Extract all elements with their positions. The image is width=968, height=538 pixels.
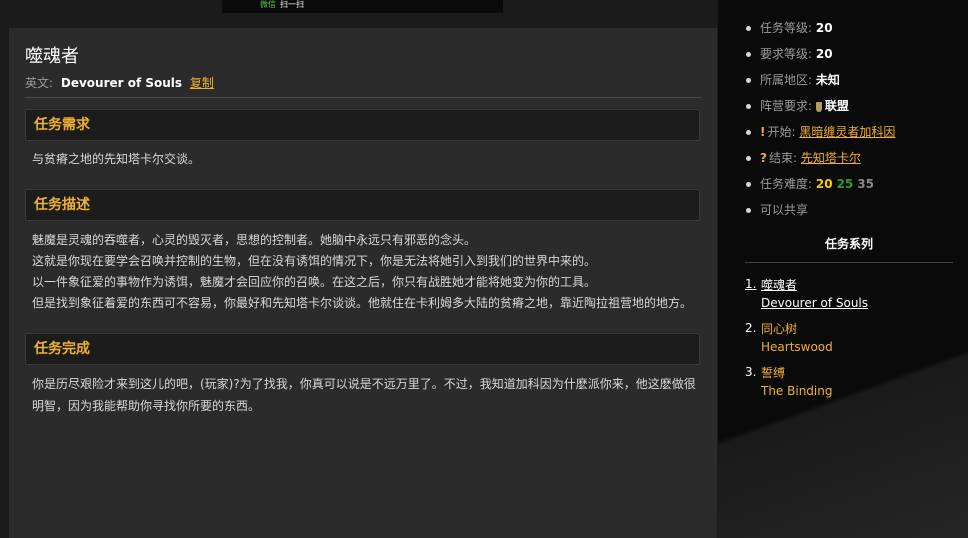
banner-action-label: 扫一扫: [280, 0, 304, 9]
series-number: 3.: [745, 365, 757, 379]
quest-series-title: 任务系列: [824, 237, 873, 251]
description-body: 魅魔是灵魂的吞噬者，心灵的毁灭者，思想的控制者。她脑中永远只有邪恶的念头。 这就…: [32, 230, 702, 314]
banner-app-label: 微信: [260, 0, 276, 9]
series-chinese-name: 同心树: [761, 322, 798, 336]
completion-text: 你是历尽艰险才来到这儿的吧，(玩家)?为了找我，你真可以说是不远万里了。不过，我…: [32, 377, 696, 413]
quest-start-icon: !: [760, 125, 766, 139]
end-npc-link[interactable]: 先知塔卡尔: [801, 151, 861, 165]
end-label: 结束:: [768, 151, 798, 165]
description-line: 但是找到象征着爱的东西可不容易，你最好和先知塔卡尔谈谈。他就住在卡利姆多大陆的贫…: [32, 296, 693, 310]
shield-icon: [815, 101, 822, 112]
series-item-current[interactable]: 1. 噬魂者 Devourer of Souls: [745, 277, 868, 321]
start-label: 开始:: [767, 125, 796, 139]
requirements-line: 与贫瘠之地的先知塔卡尔交谈。: [32, 152, 201, 166]
series-number: 1.: [745, 277, 757, 291]
completion-body: 你是历尽艰险才来到这儿的吧，(玩家)?为了找我，你真可以说是不远万里了。不过，我…: [32, 373, 702, 417]
series-divider: [745, 262, 953, 263]
english-name-row: 英文: Devourer of Souls 复制: [25, 74, 214, 91]
series-item[interactable]: 3. 誓缚 The Binding: [745, 365, 868, 409]
description-line: 魅魔是灵魂的吞噬者，心灵的毁灭者，思想的控制者。她脑中永远只有邪恶的念头。: [32, 233, 477, 247]
requirements-body: 与贫瘠之地的先知塔卡尔交谈。: [32, 149, 702, 170]
zone-row: 所属地区: 未知: [745, 69, 895, 95]
series-english-name: Heartswood: [761, 340, 833, 354]
description-line: 以一件象征爱的事物作为诱饵，魅魔才会回应你的召唤。在这之后，你只有战胜她才能将她…: [32, 275, 597, 289]
required-level-row: 要求等级: 20: [745, 43, 895, 69]
quest-series-list: 1. 噬魂者 Devourer of Souls 2. 同心树 Heartswo…: [745, 277, 868, 409]
completion-heading: 任务完成: [25, 333, 700, 365]
quest-level-label: 任务等级:: [760, 21, 813, 35]
requirements-heading: 任务需求: [25, 109, 700, 141]
required-level-label: 要求等级:: [760, 47, 813, 61]
series-number: 2.: [745, 321, 757, 335]
zone-value: 未知: [815, 73, 840, 87]
quest-info-list: 任务等级: 20 要求等级: 20 所属地区: 未知 阵营要求: 联盟 ! 开始:…: [745, 17, 895, 225]
difficulty-grey: 35: [857, 177, 874, 191]
series-english-name: Devourer of Souls: [761, 296, 869, 310]
series-english-name: The Binding: [761, 384, 833, 398]
shareable-text: 可以共享: [760, 203, 809, 217]
difficulty-row: 任务难度: 20 25 35: [745, 173, 895, 199]
faction-row: 阵营要求: 联盟: [745, 95, 895, 121]
page-title: 噬魂者: [25, 46, 79, 67]
description-line: 这就是你现在要学会召唤并控制的生物，但在没有诱饵的情况下，你是无法将她引入到我们…: [32, 254, 597, 268]
english-label: 英文:: [25, 76, 54, 90]
quest-level-value: 20: [815, 21, 833, 35]
quest-end-icon: ?: [760, 151, 767, 165]
wechat-scan-banner: 微信 扫一扫: [222, 0, 503, 13]
series-chinese-name: 噬魂者: [761, 278, 798, 292]
quest-start-row: ! 开始: 黑暗缠灵者加科因: [745, 121, 895, 147]
description-heading: 任务描述: [25, 189, 700, 221]
faction-value: 联盟: [824, 99, 849, 113]
copy-link[interactable]: 复制: [190, 76, 214, 90]
title-divider: [25, 97, 701, 98]
shareable-row: 可以共享: [745, 199, 895, 225]
english-name: Devourer of Souls: [60, 76, 183, 90]
quest-level-row: 任务等级: 20: [745, 17, 895, 43]
faction-label: 阵营要求:: [760, 99, 813, 113]
quest-main-panel: 噬魂者 英文: Devourer of Souls 复制 任务需求 与贫瘠之地的…: [9, 28, 717, 538]
difficulty-green: 25: [836, 177, 854, 191]
difficulty-yellow: 20: [815, 177, 833, 191]
series-chinese-name: 誓缚: [761, 366, 786, 380]
difficulty-label: 任务难度:: [760, 177, 813, 191]
start-npc-link[interactable]: 黑暗缠灵者加科因: [799, 125, 895, 139]
required-level-value: 20: [815, 47, 833, 61]
quest-end-row: ? 结束: 先知塔卡尔: [745, 147, 895, 173]
series-item[interactable]: 2. 同心树 Heartswood: [745, 321, 868, 365]
zone-label: 所属地区:: [760, 73, 813, 87]
